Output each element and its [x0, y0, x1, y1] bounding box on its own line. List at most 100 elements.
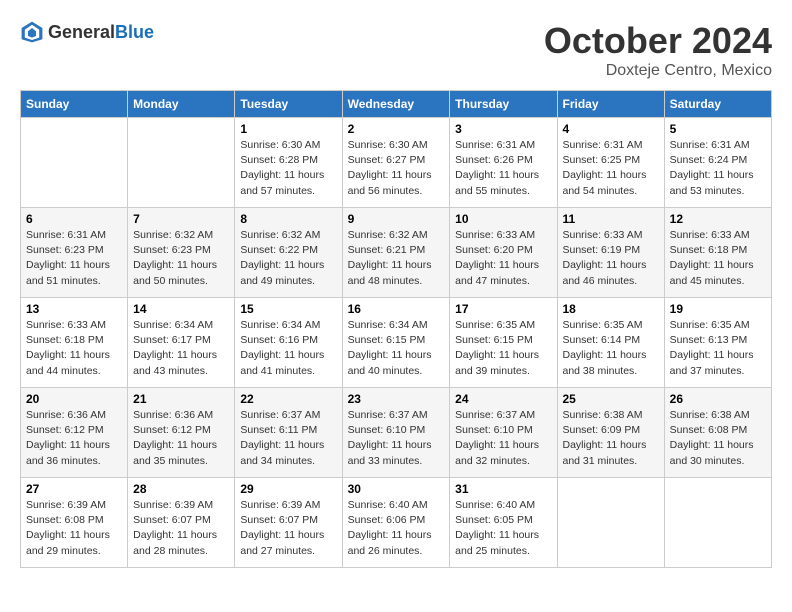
calendar-cell: 25Sunrise: 6:38 AMSunset: 6:09 PMDayligh… — [557, 388, 664, 478]
day-number: 16 — [348, 302, 445, 316]
calendar-cell: 21Sunrise: 6:36 AMSunset: 6:12 PMDayligh… — [128, 388, 235, 478]
calendar-cell: 10Sunrise: 6:33 AMSunset: 6:20 PMDayligh… — [450, 208, 557, 298]
col-wednesday: Wednesday — [342, 91, 450, 118]
daylight-text: Daylight: 11 hours and 49 minutes. — [240, 258, 336, 288]
day-number: 26 — [670, 392, 766, 406]
day-info: Sunrise: 6:30 AMSunset: 6:28 PMDaylight:… — [240, 138, 336, 199]
sunset-text: Sunset: 6:18 PM — [670, 243, 766, 258]
day-info: Sunrise: 6:39 AMSunset: 6:07 PMDaylight:… — [240, 498, 336, 559]
calendar-cell: 16 Sunrise: 6:34 AMSunset: 6:15 PMDayligh… — [342, 298, 450, 388]
sunset-text: Sunset: 6:23 PM — [133, 243, 229, 258]
daylight-text: Daylight: 11 hours and 28 minutes. — [133, 528, 229, 558]
daylight-text: Daylight: 11 hours and 39 minutes. — [455, 348, 551, 378]
sunrise-text: Sunrise: 6:31 AM — [670, 138, 766, 153]
sunrise-text: Sunrise: 6:40 AM — [455, 498, 551, 513]
day-info: Sunrise: 6:32 AMSunset: 6:23 PMDaylight:… — [133, 228, 229, 289]
daylight-text: Daylight: 11 hours and 38 minutes. — [563, 348, 659, 378]
sunrise-text: Sunrise: 6:39 AM — [133, 498, 229, 513]
sunset-text: Sunset: 6:22 PM — [240, 243, 336, 258]
day-info: Sunrise: 6:34 AMSunset: 6:15 PMDaylight:… — [348, 318, 445, 379]
day-info: Sunrise: 6:38 AMSunset: 6:09 PMDaylight:… — [563, 408, 659, 469]
sunrise-text: Sunrise: 6:35 AM — [670, 318, 766, 333]
sunset-text: Sunset: 6:28 PM — [240, 153, 336, 168]
sunrise-text: Sunrise: 6:31 AM — [563, 138, 659, 153]
calendar-cell: 18 Sunrise: 6:35 AMSunset: 6:14 PMDayligh… — [557, 298, 664, 388]
day-info: Sunrise: 6:30 AMSunset: 6:27 PMDaylight:… — [348, 138, 445, 199]
daylight-text: Daylight: 11 hours and 45 minutes. — [670, 258, 766, 288]
day-info: Sunrise: 6:32 AMSunset: 6:22 PMDaylight:… — [240, 228, 336, 289]
col-friday: Friday — [557, 91, 664, 118]
sunrise-text: Sunrise: 6:32 AM — [348, 228, 445, 243]
day-number: 10 — [455, 212, 551, 226]
daylight-text: Daylight: 11 hours and 33 minutes. — [348, 438, 445, 468]
col-saturday: Saturday — [664, 91, 771, 118]
sunset-text: Sunset: 6:08 PM — [670, 423, 766, 438]
daylight-text: Daylight: 11 hours and 30 minutes. — [670, 438, 766, 468]
sunset-text: Sunset: 6:27 PM — [348, 153, 445, 168]
calendar-cell: 4Sunrise: 6:31 AMSunset: 6:25 PMDaylight… — [557, 118, 664, 208]
sunrise-text: Sunrise: 6:34 AM — [240, 318, 336, 333]
col-sunday: Sunday — [21, 91, 128, 118]
sunset-text: Sunset: 6:10 PM — [348, 423, 445, 438]
day-info: Sunrise: 6:35 AMSunset: 6:13 PMDaylight:… — [670, 318, 766, 379]
calendar-cell: 30Sunrise: 6:40 AMSunset: 6:06 PMDayligh… — [342, 478, 450, 568]
sunset-text: Sunset: 6:14 PM — [563, 333, 659, 348]
calendar-cell: 19 Sunrise: 6:35 AMSunset: 6:13 PMDayligh… — [664, 298, 771, 388]
daylight-text: Daylight: 11 hours and 36 minutes. — [26, 438, 122, 468]
day-info: Sunrise: 6:34 AMSunset: 6:17 PMDaylight:… — [133, 318, 229, 379]
calendar-cell: 28Sunrise: 6:39 AMSunset: 6:07 PMDayligh… — [128, 478, 235, 568]
calendar-cell: 7Sunrise: 6:32 AMSunset: 6:23 PMDaylight… — [128, 208, 235, 298]
calendar-cell: 14 Sunrise: 6:34 AMSunset: 6:17 PMDayligh… — [128, 298, 235, 388]
sunset-text: Sunset: 6:06 PM — [348, 513, 445, 528]
calendar-cell: 2 Sunrise: 6:30 AMSunset: 6:27 PMDaylight… — [342, 118, 450, 208]
sunset-text: Sunset: 6:20 PM — [455, 243, 551, 258]
logo: GeneralBlue — [20, 20, 154, 44]
calendar-cell: 9Sunrise: 6:32 AMSunset: 6:21 PMDaylight… — [342, 208, 450, 298]
daylight-text: Daylight: 11 hours and 27 minutes. — [240, 528, 336, 558]
day-number: 2 — [348, 122, 445, 136]
calendar-cell: 8Sunrise: 6:32 AMSunset: 6:22 PMDaylight… — [235, 208, 342, 298]
sunrise-text: Sunrise: 6:35 AM — [563, 318, 659, 333]
day-info: Sunrise: 6:33 AMSunset: 6:18 PMDaylight:… — [26, 318, 122, 379]
logo-icon — [20, 20, 44, 44]
calendar-cell: 11Sunrise: 6:33 AMSunset: 6:19 PMDayligh… — [557, 208, 664, 298]
day-info: Sunrise: 6:31 AMSunset: 6:24 PMDaylight:… — [670, 138, 766, 199]
daylight-text: Daylight: 11 hours and 26 minutes. — [348, 528, 445, 558]
day-number: 31 — [455, 482, 551, 496]
day-number: 12 — [670, 212, 766, 226]
sunset-text: Sunset: 6:15 PM — [348, 333, 445, 348]
calendar-cell: 29Sunrise: 6:39 AMSunset: 6:07 PMDayligh… — [235, 478, 342, 568]
daylight-text: Daylight: 11 hours and 31 minutes. — [563, 438, 659, 468]
calendar-cell: 17Sunrise: 6:35 AMSunset: 6:15 PMDayligh… — [450, 298, 557, 388]
sunset-text: Sunset: 6:07 PM — [133, 513, 229, 528]
sunrise-text: Sunrise: 6:33 AM — [26, 318, 122, 333]
daylight-text: Daylight: 11 hours and 53 minutes. — [670, 168, 766, 198]
calendar-week-row-5: 27Sunrise: 6:39 AMSunset: 6:08 PMDayligh… — [21, 478, 772, 568]
sunrise-text: Sunrise: 6:38 AM — [670, 408, 766, 423]
calendar-cell: 27Sunrise: 6:39 AMSunset: 6:08 PMDayligh… — [21, 478, 128, 568]
day-number: 14 — [133, 302, 229, 316]
sunrise-text: Sunrise: 6:33 AM — [670, 228, 766, 243]
day-number: 19 — [670, 302, 766, 316]
daylight-text: Daylight: 11 hours and 57 minutes. — [240, 168, 336, 198]
day-number: 18 — [563, 302, 659, 316]
daylight-text: Daylight: 11 hours and 25 minutes. — [455, 528, 551, 558]
daylight-text: Daylight: 11 hours and 51 minutes. — [26, 258, 122, 288]
sunset-text: Sunset: 6:21 PM — [348, 243, 445, 258]
day-info: Sunrise: 6:37 AMSunset: 6:10 PMDaylight:… — [455, 408, 551, 469]
day-number: 5 — [670, 122, 766, 136]
sunset-text: Sunset: 6:18 PM — [26, 333, 122, 348]
sunrise-text: Sunrise: 6:31 AM — [455, 138, 551, 153]
calendar-cell: 12 Sunrise: 6:33 AMSunset: 6:18 PMDayligh… — [664, 208, 771, 298]
calendar-cell: 24Sunrise: 6:37 AMSunset: 6:10 PMDayligh… — [450, 388, 557, 478]
calendar-cell — [664, 478, 771, 568]
daylight-text: Daylight: 11 hours and 44 minutes. — [26, 348, 122, 378]
sunrise-text: Sunrise: 6:37 AM — [455, 408, 551, 423]
title-block: October 2024 Doxteje Centro, Mexico — [544, 20, 772, 80]
sunrise-text: Sunrise: 6:36 AM — [133, 408, 229, 423]
sunrise-text: Sunrise: 6:39 AM — [240, 498, 336, 513]
daylight-text: Daylight: 11 hours and 50 minutes. — [133, 258, 229, 288]
day-info: Sunrise: 6:31 AMSunset: 6:26 PMDaylight:… — [455, 138, 551, 199]
daylight-text: Daylight: 11 hours and 32 minutes. — [455, 438, 551, 468]
sunrise-text: Sunrise: 6:31 AM — [26, 228, 122, 243]
